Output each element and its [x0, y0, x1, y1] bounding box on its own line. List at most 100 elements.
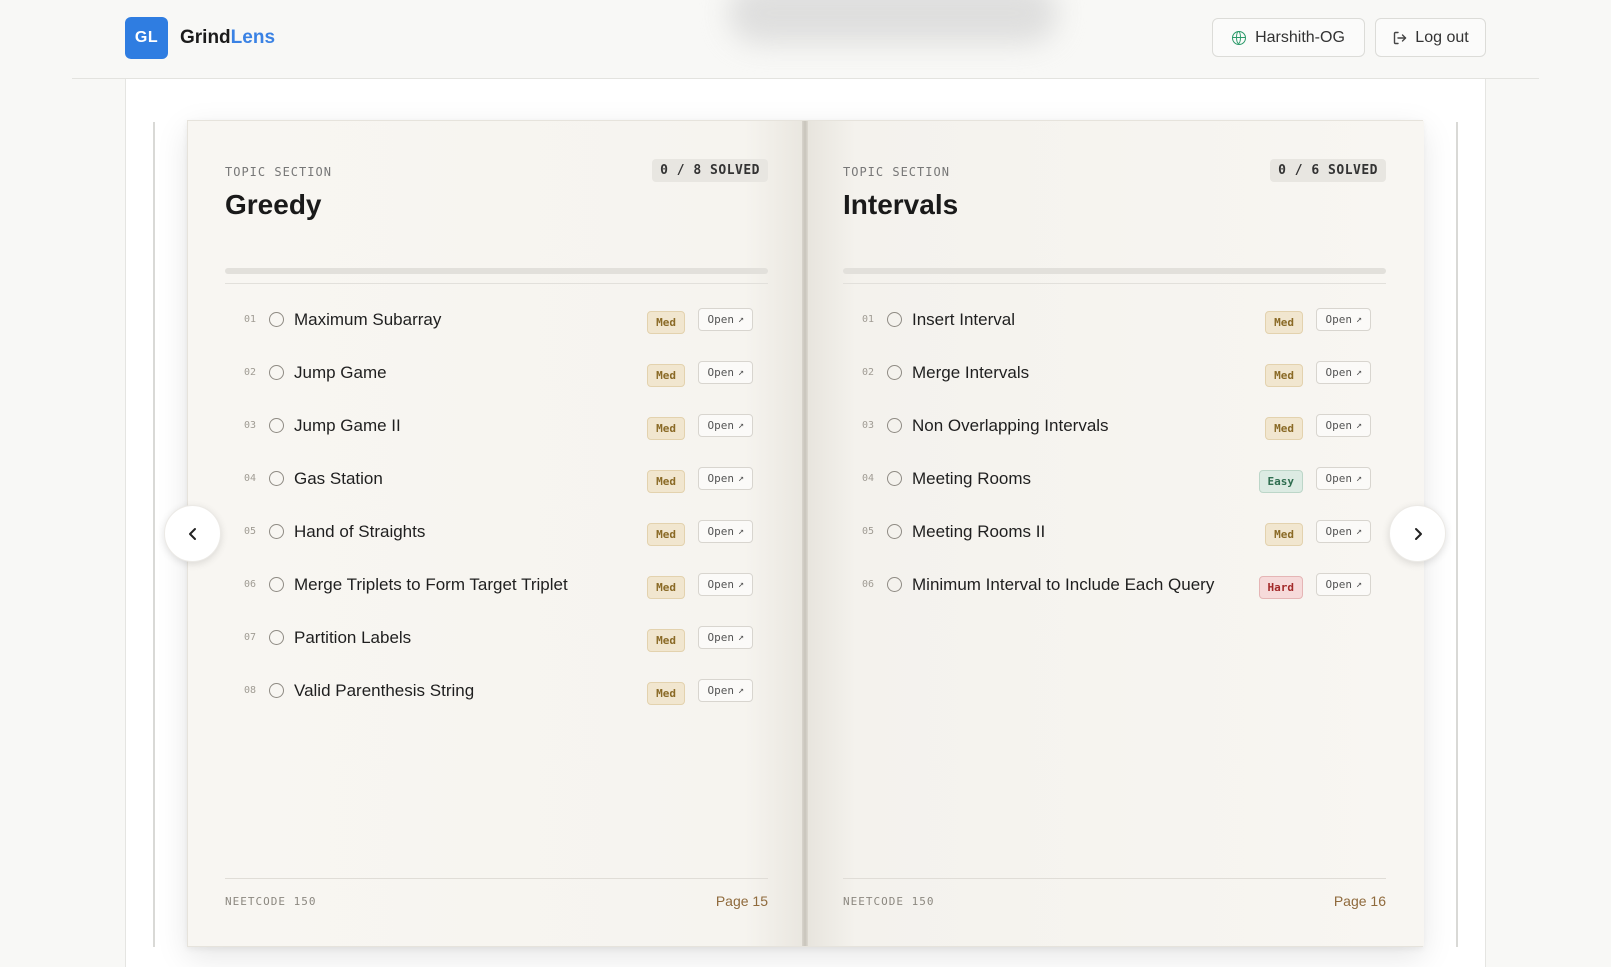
problem-number: 03 [244, 420, 257, 431]
problem-name[interactable]: Partition Labels [294, 628, 411, 648]
problem-number: 02 [862, 367, 875, 378]
solved-checkbox[interactable] [269, 471, 284, 486]
logo[interactable]: GL [125, 17, 168, 59]
open-label: Open [707, 313, 734, 326]
problem-row[interactable]: 04 Meeting Rooms Easy Open ↗ [843, 452, 1386, 505]
book-spine [802, 121, 808, 946]
problem-number: 06 [862, 579, 875, 590]
problem-row[interactable]: 05 Meeting Rooms II Med Open ↗ [843, 505, 1386, 558]
previous-page-button[interactable] [164, 505, 221, 562]
external-link-icon: ↗ [737, 420, 744, 431]
open-problem-button[interactable]: Open ↗ [1316, 467, 1371, 490]
progress-bar [225, 268, 768, 274]
problem-row[interactable]: 02 Merge Intervals Med Open ↗ [843, 346, 1386, 399]
difficulty-badge: Med [647, 681, 685, 705]
page-footer-label: NEETCODE 150 [843, 895, 935, 908]
topic-kicker: TOPIC SECTION [843, 165, 950, 179]
solved-checkbox[interactable] [269, 312, 284, 327]
open-problem-button[interactable]: Open ↗ [698, 308, 753, 331]
problem-name[interactable]: Merge Triplets to Form Target Triplet [294, 575, 568, 595]
problem-row[interactable]: 05 Hand of Straights Med Open ↗ [225, 505, 768, 558]
open-problem-button[interactable]: Open ↗ [1316, 520, 1371, 543]
problem-number: 05 [244, 526, 257, 537]
difficulty-badge: Hard [1258, 575, 1303, 599]
chevron-right-icon [1414, 527, 1422, 540]
open-problem-button[interactable]: Open ↗ [698, 361, 753, 384]
difficulty-badge: Med [1265, 310, 1303, 334]
problem-name[interactable]: Maximum Subarray [294, 310, 441, 330]
page-number: Page 16 [1333, 893, 1386, 909]
solved-checkbox[interactable] [269, 683, 284, 698]
logout-label: Log out [1415, 28, 1469, 46]
problem-number: 03 [862, 420, 875, 431]
open-problem-button[interactable]: Open ↗ [698, 679, 753, 702]
problem-name[interactable]: Valid Parenthesis String [294, 681, 474, 701]
open-problem-button[interactable]: Open ↗ [698, 414, 753, 437]
topic-book: TOPIC SECTION 0 / 8 SOLVED Greedy 01 Maxi… [187, 120, 1424, 947]
problem-row[interactable]: 07 Partition Labels Med Open ↗ [225, 611, 768, 664]
problem-row[interactable]: 08 Valid Parenthesis String Med Open ↗ [225, 664, 768, 717]
problem-number: 01 [244, 314, 257, 325]
brand-name[interactable]: GrindLens [180, 27, 275, 49]
open-label: Open [707, 578, 734, 591]
open-label: Open [1325, 313, 1352, 326]
problem-name[interactable]: Jump Game [294, 363, 387, 383]
open-problem-button[interactable]: Open ↗ [698, 626, 753, 649]
problem-row[interactable]: 02 Jump Game Med Open ↗ [225, 346, 768, 399]
problem-name[interactable]: Jump Game II [294, 416, 401, 436]
user-button[interactable]: Harshith-OG [1212, 18, 1365, 57]
problem-name[interactable]: Gas Station [294, 469, 383, 489]
logout-button[interactable]: Log out [1375, 18, 1486, 57]
open-label: Open [707, 419, 734, 432]
problem-row[interactable]: 01 Insert Interval Med Open ↗ [843, 293, 1386, 346]
open-problem-button[interactable]: Open ↗ [698, 520, 753, 543]
problem-name[interactable]: Meeting Rooms II [912, 522, 1045, 542]
solved-checkbox[interactable] [887, 418, 902, 433]
problem-row[interactable]: 01 Maximum Subarray Med Open ↗ [225, 293, 768, 346]
problem-name[interactable]: Minimum Interval to Include Each Query [912, 575, 1214, 595]
solved-checkbox[interactable] [269, 418, 284, 433]
problem-number: 02 [244, 367, 257, 378]
top-bar: GL GrindLens Harshith-OG Log out [72, 0, 1539, 79]
progress-bar [843, 268, 1386, 274]
globe-icon [1232, 30, 1247, 45]
open-problem-button[interactable]: Open ↗ [698, 467, 753, 490]
problem-list: 01 Insert Interval Med Open ↗ 02 Merge Interva… [843, 293, 1386, 611]
external-link-icon: ↗ [1355, 314, 1362, 325]
solved-checkbox[interactable] [269, 365, 284, 380]
brand-accent: Lens [230, 27, 276, 48]
problem-row[interactable]: 06 Merge Triplets to Form Target Triplet M… [225, 558, 768, 611]
solved-checkbox[interactable] [887, 312, 902, 327]
open-label: Open [1325, 578, 1352, 591]
open-problem-button[interactable]: Open ↗ [1316, 308, 1371, 331]
solved-checkbox[interactable] [887, 471, 902, 486]
problem-list: 01 Maximum Subarray Med Open ↗ 02 Jump Game Med… [225, 293, 768, 717]
open-problem-button[interactable]: Open ↗ [1316, 414, 1371, 437]
open-label: Open [1325, 366, 1352, 379]
solved-checkbox[interactable] [887, 577, 902, 592]
solved-checkbox[interactable] [887, 524, 902, 539]
problem-row[interactable]: 03 Jump Game II Med Open ↗ [225, 399, 768, 452]
external-link-icon: ↗ [737, 685, 744, 696]
problem-number: 04 [862, 473, 875, 484]
problem-name[interactable]: Meeting Rooms [912, 469, 1031, 489]
problem-name[interactable]: Hand of Straights [294, 522, 425, 542]
problem-row[interactable]: 04 Gas Station Med Open ↗ [225, 452, 768, 505]
solved-checkbox[interactable] [269, 577, 284, 592]
solved-checkbox[interactable] [269, 630, 284, 645]
open-problem-button[interactable]: Open ↗ [1316, 573, 1371, 596]
external-link-icon: ↗ [1355, 579, 1362, 590]
page-number: Page 15 [715, 893, 768, 909]
solved-checkbox[interactable] [269, 524, 284, 539]
problem-name[interactable]: Merge Intervals [912, 363, 1029, 383]
solved-checkbox[interactable] [887, 365, 902, 380]
problem-name[interactable]: Insert Interval [912, 310, 1015, 330]
problem-row[interactable]: 03 Non Overlapping Intervals Med Open ↗ [843, 399, 1386, 452]
next-page-button[interactable] [1389, 505, 1446, 562]
open-problem-button[interactable]: Open ↗ [1316, 361, 1371, 384]
problem-name[interactable]: Non Overlapping Intervals [912, 416, 1109, 436]
divider [843, 283, 1386, 284]
problem-number: 05 [862, 526, 875, 537]
problem-row[interactable]: 06 Minimum Interval to Include Each Query… [843, 558, 1386, 611]
open-problem-button[interactable]: Open ↗ [698, 573, 753, 596]
